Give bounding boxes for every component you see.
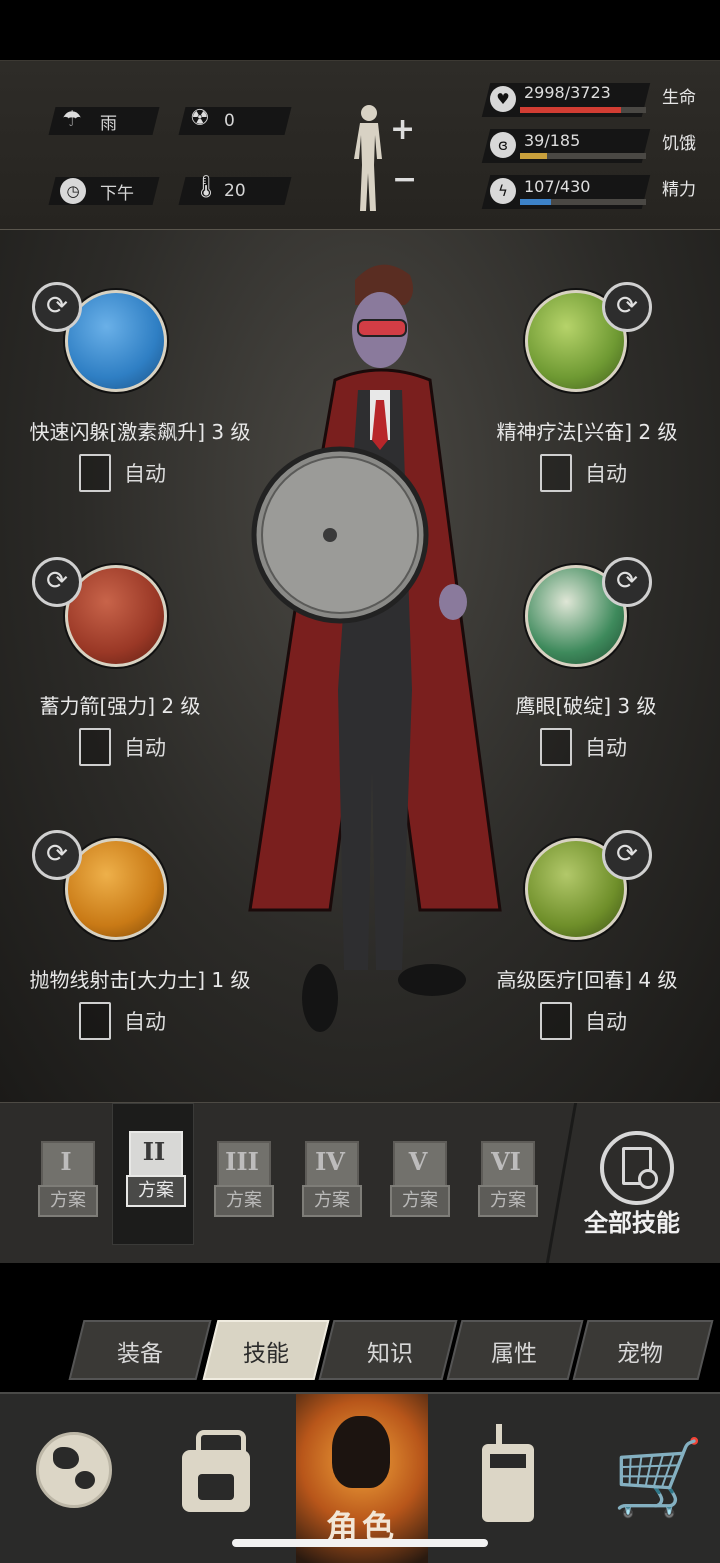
- home-indicator: [232, 1539, 488, 1547]
- auto-checkbox[interactable]: [79, 728, 111, 766]
- minus-icon: −: [392, 162, 417, 197]
- skill-name: 蓄力箭[强力] 2 级: [39, 694, 201, 718]
- top-black-bar: [0, 0, 720, 60]
- plan-numeral: II: [142, 1137, 166, 1166]
- plan-1-button[interactable]: I 方案: [38, 1141, 98, 1221]
- all-skills-label: 全部技能: [584, 1209, 680, 1237]
- swap-icon[interactable]: ⟳: [602, 557, 652, 607]
- status-panel: ☂ 雨 ☢ 0 ◷ 下午 🌡 20 + − ♥ 2998/3723 生命 ɞ 3…: [0, 60, 720, 231]
- character-scene: ⟳ 快速闪躲[激素飙升] 3 级 自动 ⟳ 精神疗法[兴奋] 2 级 自动 ⟳ …: [0, 230, 720, 1102]
- skill-name: 快速闪躲[激素飙升] 3 级: [29, 420, 251, 444]
- radiation-value: 0: [224, 111, 235, 131]
- skill-name: 精神疗法[兴奋] 2 级: [496, 420, 678, 444]
- rain-icon: ☂: [62, 107, 82, 132]
- shopping-cart-icon[interactable]: 🛒: [612, 1438, 704, 1518]
- hunger-label: 饥饿: [662, 134, 696, 154]
- plan-3-button[interactable]: III 方案: [214, 1141, 274, 1221]
- tab-pets-label: 宠物: [617, 1341, 663, 1367]
- plan-2-button[interactable]: II 方案: [126, 1131, 186, 1211]
- auto-label: 自动: [585, 462, 627, 486]
- health-bar-fill: [520, 107, 622, 113]
- auto-checkbox[interactable]: [79, 454, 111, 492]
- swap-icon[interactable]: ⟳: [32, 557, 82, 607]
- auto-label: 自动: [124, 462, 166, 486]
- auto-label: 自动: [124, 1010, 166, 1034]
- plan-label: 方案: [390, 1185, 450, 1217]
- skill-name: 鹰眼[破绽] 3 级: [515, 694, 657, 718]
- character-nav-button[interactable]: 角色: [296, 1394, 428, 1563]
- energy-label: 精力: [662, 180, 696, 200]
- divider: [545, 1103, 578, 1263]
- hunger-value: 39/185: [524, 131, 581, 150]
- clock-icon: ◷: [60, 178, 86, 204]
- health-label: 生命: [662, 88, 696, 108]
- tab-knowledge-label: 知识: [367, 1341, 413, 1367]
- all-skills-button[interactable]: 全部技能: [584, 1117, 710, 1247]
- skill-name: 高级医疗[回春] 4 级: [496, 968, 678, 992]
- swap-icon[interactable]: ⟳: [602, 282, 652, 332]
- auto-label: 自动: [585, 1010, 627, 1034]
- backpack-icon[interactable]: [178, 1430, 254, 1516]
- plan-6-button[interactable]: VI 方案: [478, 1141, 538, 1221]
- health-value: 2998/3723: [524, 83, 611, 102]
- bottom-nav: 角色 🛒: [0, 1392, 720, 1563]
- health-bar: [520, 107, 646, 113]
- plan-label: 方案: [214, 1185, 274, 1217]
- tab-skills-label: 技能: [243, 1341, 289, 1367]
- hunger-bar: [520, 153, 646, 159]
- energy-bar: [520, 199, 646, 205]
- character-figure: [248, 264, 502, 1032]
- weather-text: 雨: [100, 114, 117, 134]
- globe-icon[interactable]: [36, 1432, 112, 1508]
- radiation-icon: ☢: [190, 106, 210, 131]
- walkie-talkie-icon[interactable]: [480, 1424, 536, 1524]
- skill-name: 抛物线射击[大力士] 1 级: [29, 968, 251, 992]
- plan-label: 方案: [478, 1185, 538, 1217]
- plan-numeral: III: [225, 1147, 259, 1176]
- plan-label: 方案: [126, 1175, 186, 1207]
- plan-numeral: IV: [315, 1147, 345, 1176]
- plan-5-button[interactable]: V 方案: [390, 1141, 450, 1221]
- document-search-icon: [600, 1131, 674, 1205]
- auto-checkbox[interactable]: [540, 1002, 572, 1040]
- swap-icon[interactable]: ⟳: [602, 830, 652, 880]
- stomach-icon: ɞ: [490, 132, 516, 158]
- plan-4-button[interactable]: IV 方案: [302, 1141, 362, 1221]
- energy-bar-fill: [520, 199, 552, 205]
- auto-label: 自动: [585, 736, 627, 760]
- energy-icon: ϟ: [490, 178, 516, 204]
- body-status-button[interactable]: + −: [348, 101, 420, 211]
- plan-numeral: V: [408, 1147, 428, 1176]
- auto-checkbox[interactable]: [540, 728, 572, 766]
- swap-icon[interactable]: ⟳: [32, 830, 82, 880]
- plan-numeral: I: [60, 1147, 72, 1176]
- time-of-day-text: 下午: [100, 184, 134, 204]
- auto-checkbox[interactable]: [540, 454, 572, 492]
- swap-icon[interactable]: ⟳: [32, 282, 82, 332]
- plan-label: 方案: [302, 1185, 362, 1217]
- heart-icon: ♥: [490, 86, 516, 112]
- thermometer-icon: 🌡: [192, 175, 220, 200]
- tab-attributes-label: 属性: [491, 1341, 537, 1367]
- skill-plan-bar: I 方案 II 方案 III 方案 IV 方案 V 方案 VI 方案 全部技能: [0, 1102, 720, 1263]
- plus-icon: +: [390, 112, 415, 147]
- plan-numeral: VI: [491, 1147, 521, 1176]
- energy-value: 107/430: [524, 177, 591, 196]
- tab-equipment-label: 装备: [117, 1341, 163, 1367]
- plan-label: 方案: [38, 1185, 98, 1217]
- temperature-value: 20: [224, 181, 246, 201]
- hunger-bar-fill: [520, 153, 547, 159]
- auto-checkbox[interactable]: [79, 1002, 111, 1040]
- head-profile-icon: [332, 1416, 390, 1488]
- auto-label: 自动: [124, 736, 166, 760]
